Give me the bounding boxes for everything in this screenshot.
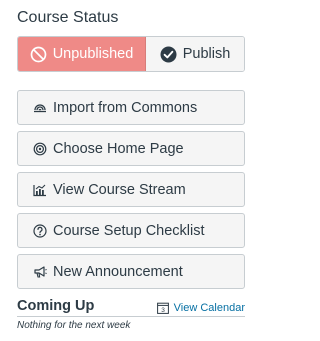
publish-label: Publish bbox=[182, 46, 231, 62]
choose-home-page-button[interactable]: Choose Home Page bbox=[17, 131, 245, 166]
view-calendar-link[interactable]: 3 View Calendar bbox=[156, 302, 245, 314]
coming-up-header: Coming Up 3 View Calendar bbox=[17, 297, 245, 317]
course-setup-checklist-button[interactable]: Course Setup Checklist bbox=[17, 213, 245, 248]
course-setup-checklist-label: Course Setup Checklist bbox=[53, 222, 205, 239]
commons-icon bbox=[33, 101, 47, 115]
unpublished-label: Unpublished bbox=[52, 46, 134, 62]
coming-up-empty-message: Nothing for the next week bbox=[17, 320, 131, 331]
new-announcement-button[interactable]: New Announcement bbox=[17, 254, 245, 289]
view-course-stream-button[interactable]: View Course Stream bbox=[17, 172, 245, 207]
course-sidebar: Course Status Unpublished Publish Import… bbox=[0, 0, 246, 341]
target-icon bbox=[33, 142, 47, 156]
view-course-stream-label: View Course Stream bbox=[53, 181, 186, 198]
import-from-commons-button[interactable]: Import from Commons bbox=[17, 90, 245, 125]
stream-chart-icon bbox=[33, 183, 47, 197]
unpublished-button[interactable]: Unpublished bbox=[18, 37, 146, 71]
choose-home-page-label: Choose Home Page bbox=[53, 140, 184, 157]
new-announcement-label: New Announcement bbox=[53, 263, 183, 280]
coming-up-title: Coming Up bbox=[17, 298, 95, 314]
megaphone-icon bbox=[33, 265, 47, 279]
prohibited-icon bbox=[30, 46, 47, 63]
check-circle-icon bbox=[160, 46, 177, 63]
import-from-commons-label: Import from Commons bbox=[53, 99, 198, 116]
publish-toggle-group: Unpublished Publish bbox=[17, 36, 245, 72]
publish-button[interactable]: Publish bbox=[146, 37, 244, 71]
calendar-icon-day: 3 bbox=[161, 307, 165, 314]
view-calendar-label: View Calendar bbox=[173, 302, 245, 314]
calendar-icon: 3 bbox=[156, 302, 169, 314]
course-status-title: Course Status bbox=[17, 9, 119, 26]
question-circle-icon bbox=[33, 223, 47, 238]
